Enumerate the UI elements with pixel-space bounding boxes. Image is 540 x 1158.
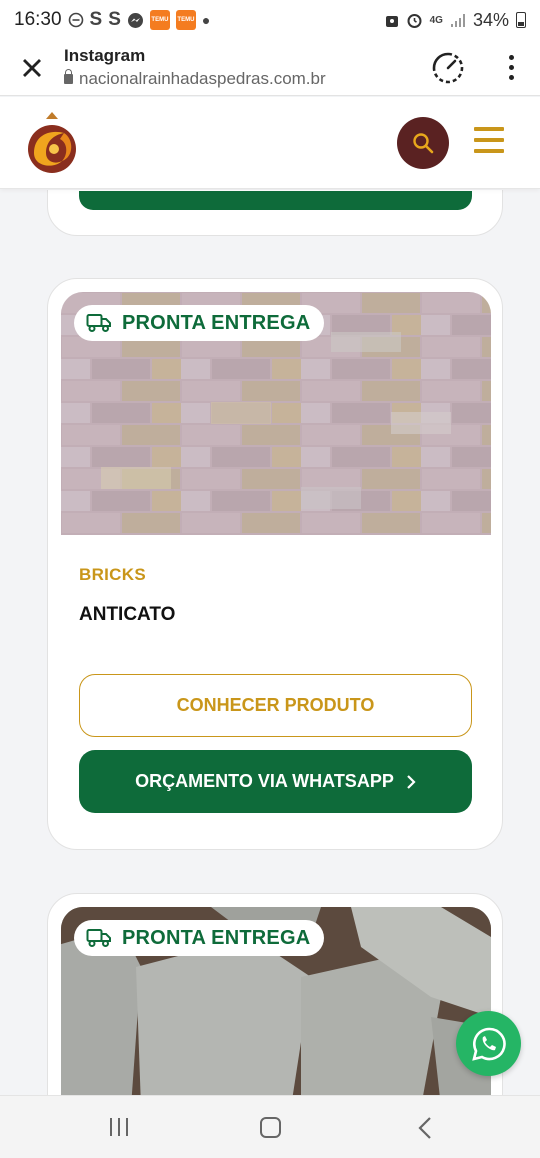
do-not-disturb-icon	[68, 12, 84, 28]
url-row: nacionalrainhadaspedras.com.br	[64, 69, 428, 89]
speedometer-icon	[432, 52, 464, 83]
app-s-icon: S	[89, 9, 103, 30]
hamburger-line	[474, 138, 504, 142]
truck-icon	[86, 314, 111, 332]
in-app-browser-bar: Instagram nacionalrainhadaspedras.com.br	[0, 40, 540, 96]
more-dot	[508, 75, 514, 80]
truck-icon	[86, 929, 111, 947]
site-logo[interactable]	[24, 109, 80, 173]
more-dot	[508, 65, 514, 70]
battery-percent: 34%	[472, 9, 509, 30]
chevron-right-icon	[407, 774, 416, 789]
messenger-icon	[127, 12, 144, 29]
back-button[interactable]	[416, 1116, 436, 1140]
availability-badge: PRONTA ENTREGA	[74, 305, 325, 341]
whatsapp-float-button[interactable]	[456, 1011, 521, 1076]
product-card-previous	[47, 190, 503, 236]
whatsapp-quote-button[interactable]: ORÇAMENTO VIA WHATSAPP	[79, 750, 472, 813]
availability-badge-next: PRONTA ENTREGA	[74, 920, 325, 956]
product-image-next[interactable]: PRONTA ENTREGA	[61, 907, 491, 1095]
search-button[interactable]	[397, 117, 449, 169]
recent-apps-button[interactable]	[110, 1118, 128, 1136]
hamburger-line	[474, 149, 504, 153]
back-icon	[418, 1117, 431, 1139]
more-options-button[interactable]	[496, 48, 526, 88]
whatsapp-quote-button-previous[interactable]	[79, 191, 472, 210]
status-time: 16:30	[14, 9, 62, 30]
recent-line	[126, 1118, 128, 1136]
temu-icon-2: TEMU	[175, 10, 196, 30]
product-card-next: PRONTA ENTREGA	[47, 893, 503, 1095]
browser-title: Instagram	[64, 46, 146, 65]
signal-icon	[450, 13, 466, 28]
close-button[interactable]	[0, 40, 64, 96]
menu-button[interactable]	[474, 127, 504, 153]
app-s-icon-2: S	[108, 9, 121, 30]
url-block[interactable]: Instagram nacionalrainhadaspedras.com.br	[64, 46, 428, 89]
lock-icon	[64, 69, 73, 84]
page-speed-button[interactable]	[428, 48, 468, 88]
product-category: BRICKS	[79, 565, 146, 584]
more-options-icon	[508, 55, 514, 60]
dot-icon: ●	[201, 12, 211, 28]
whatsapp-quote-label: ORÇAMENTO VIA WHATSAPP	[135, 771, 394, 791]
url-text: nacionalrainhadaspedras.com.br	[79, 69, 326, 88]
view-product-button[interactable]: CONHECER PRODUTO	[79, 674, 472, 737]
search-icon	[413, 133, 434, 154]
availability-badge-label: PRONTA ENTREGA	[122, 311, 311, 334]
close-icon	[23, 58, 41, 77]
site-header	[0, 97, 540, 189]
whatsapp-icon	[471, 1027, 506, 1061]
product-image[interactable]: PRONTA ENTREGA	[61, 292, 491, 535]
battery-icon	[516, 12, 526, 28]
system-nav-bar	[0, 1095, 540, 1158]
product-list: PRONTA ENTREGA BRICKS ANTICATO CONHECER …	[0, 190, 540, 1095]
home-button[interactable]	[260, 1117, 281, 1138]
recent-line	[118, 1118, 120, 1136]
lock-screen-icon	[385, 12, 399, 28]
network-4g-icon: 4G	[429, 14, 443, 26]
product-name: ANTICATO	[79, 604, 176, 625]
availability-badge-label-next: PRONTA ENTREGA	[122, 926, 311, 949]
recent-apps-icon	[110, 1118, 112, 1136]
alarm-icon	[406, 12, 423, 29]
product-card: PRONTA ENTREGA BRICKS ANTICATO CONHECER …	[47, 278, 503, 850]
status-bar: 16:30 S S TEMU TEMU ● 4G 34%	[0, 0, 540, 40]
hamburger-icon	[474, 127, 504, 131]
temu-icon: TEMU	[149, 10, 170, 30]
